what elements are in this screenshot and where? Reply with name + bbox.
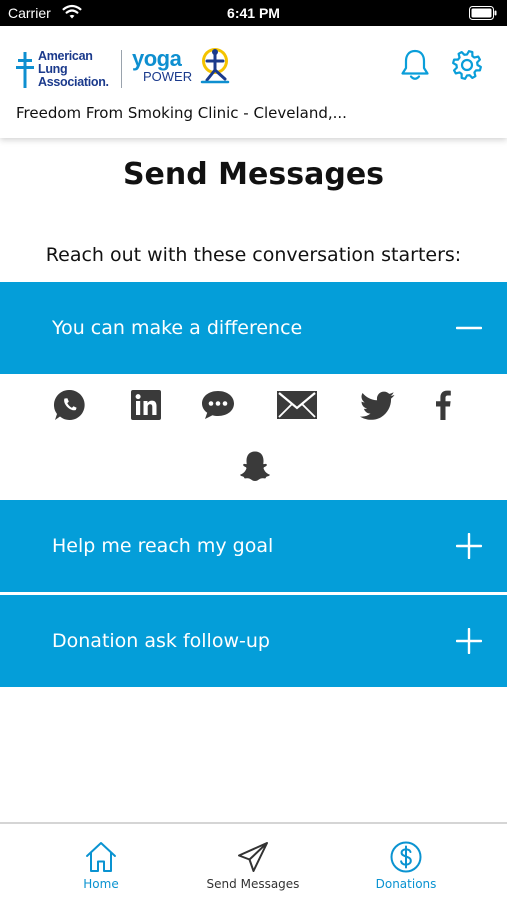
bell-icon[interactable] <box>399 48 431 82</box>
yoga-power-logo: yoga POWER <box>130 46 240 92</box>
logo-divider <box>121 50 122 88</box>
logo-line-3: Association. <box>38 75 109 89</box>
accordion-item-donation-follow-up[interactable]: Donation ask follow-up <box>0 595 507 687</box>
lorraine-cross-icon <box>16 52 34 88</box>
status-bar: Carrier 6:41 PM <box>0 0 507 26</box>
clock-time: 6:41 PM <box>227 5 280 21</box>
bottom-tab-bar: Home Send Messages Donations <box>0 822 507 900</box>
accordion-label: You can make a difference <box>52 317 303 339</box>
page-title: Send Messages <box>122 157 385 192</box>
snapchat-icon[interactable] <box>237 448 273 484</box>
gear-icon[interactable] <box>450 48 484 82</box>
yoga-figure-icon <box>200 48 230 84</box>
american-lung-association-logo: American Lung Association. <box>16 50 116 90</box>
dollar-icon <box>390 841 422 873</box>
accordion-label: Help me reach my goal <box>52 535 274 557</box>
plus-icon[interactable] <box>456 628 482 654</box>
intro-text: Reach out with these conversation starte… <box>45 244 462 266</box>
accordion-label: Donation ask follow-up <box>52 630 270 652</box>
tab-label: Donations <box>375 877 437 891</box>
email-icon[interactable] <box>275 388 319 422</box>
sms-icon[interactable] <box>200 387 236 423</box>
whatsapp-icon[interactable] <box>52 387 88 423</box>
tab-send-messages[interactable]: Send Messages <box>193 824 313 900</box>
linkedin-icon[interactable] <box>128 387 164 423</box>
tab-label: Home <box>83 877 119 891</box>
power-word: POWER <box>143 69 193 84</box>
battery-icon <box>469 6 497 20</box>
tab-donations[interactable]: Donations <box>346 824 466 900</box>
facebook-icon[interactable] <box>430 387 456 423</box>
twitter-icon[interactable] <box>360 388 396 424</box>
home-icon <box>86 842 116 872</box>
send-icon <box>238 842 268 872</box>
accordion-item-make-difference[interactable]: You can make a difference <box>0 282 507 374</box>
plus-icon[interactable] <box>456 533 482 559</box>
tab-home[interactable]: Home <box>41 824 161 900</box>
accordion-item-reach-goal[interactable]: Help me reach my goal <box>0 500 507 592</box>
clinic-name[interactable]: Freedom From Smoking Clinic - Cleveland,… <box>16 104 347 122</box>
minus-icon[interactable] <box>456 315 482 341</box>
app-header: American Lung Association. yoga POWER Fr… <box>0 26 507 138</box>
tab-label: Send Messages <box>206 877 300 891</box>
